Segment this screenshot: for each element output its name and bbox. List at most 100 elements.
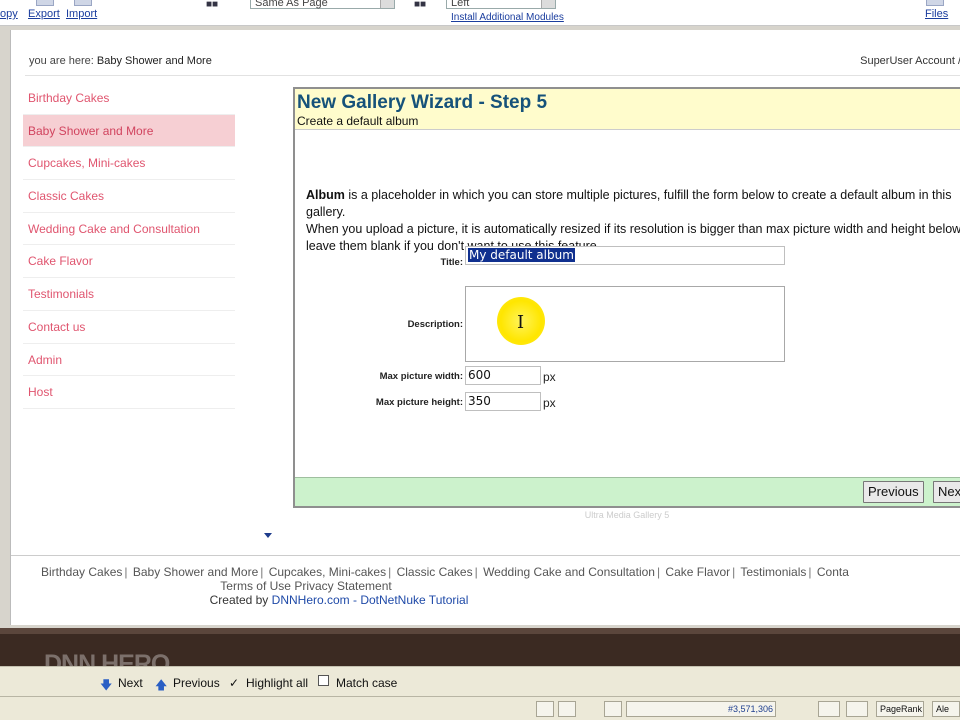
footer-separator: | bbox=[260, 565, 264, 579]
max-height-label: Max picture height: bbox=[375, 397, 463, 408]
status-icon[interactable] bbox=[558, 701, 576, 717]
album-explanation: is a placeholder in which you can store … bbox=[306, 188, 952, 219]
account-link[interactable]: SuperUser Account / bbox=[860, 55, 960, 67]
album-title-value: My default album bbox=[468, 248, 575, 262]
find-previous-button[interactable]: Previous bbox=[173, 676, 220, 690]
max-width-label: Max picture width: bbox=[379, 371, 463, 382]
files-link[interactable]: Files bbox=[925, 8, 948, 20]
frame-strip bbox=[0, 628, 960, 634]
footer-link[interactable]: Conta bbox=[817, 565, 849, 579]
files-icon[interactable] bbox=[926, 0, 944, 6]
breadcrumb-current[interactable]: Baby Shower and More bbox=[97, 55, 212, 67]
footer-link[interactable]: Birthday Cakes bbox=[41, 565, 122, 579]
arrow-down-icon: 🡇 bbox=[100, 678, 113, 692]
match-case-label: Match case bbox=[336, 676, 398, 690]
find-bar: 🡇 Next 🡅 Previous ✓ Highlight all Match … bbox=[0, 666, 960, 696]
export-icon[interactable] bbox=[36, 0, 54, 6]
album-term: Album bbox=[306, 188, 345, 202]
next-button[interactable]: Nex bbox=[933, 481, 960, 503]
text-cursor-icon: I bbox=[517, 312, 525, 333]
previous-button[interactable]: Previous bbox=[863, 481, 924, 503]
scroll-down-icon[interactable] bbox=[264, 533, 272, 538]
page-select-value: Same As Page bbox=[255, 0, 328, 9]
max-height-unit: px bbox=[543, 396, 556, 410]
status-bar: #3,571,306 PageRank Ale bbox=[0, 696, 960, 720]
page-visibility-select[interactable]: Same As Page bbox=[250, 0, 395, 9]
breadcrumb: you are here: Baby Shower and More Super… bbox=[25, 46, 960, 76]
breadcrumb-path: you are here: Baby Shower and More bbox=[29, 55, 212, 67]
alexa-rank-bar[interactable]: #3,571,306 bbox=[626, 701, 776, 717]
site-footer: Birthday Cakes | Baby Shower and More | Cu… bbox=[11, 555, 960, 625]
nav-item-cake-flavor[interactable]: Cake Flavor bbox=[23, 245, 235, 279]
copy-link[interactable]: opy bbox=[0, 8, 18, 20]
footer-separator: | bbox=[474, 565, 478, 579]
footer-credit: Created by DNNHero.com - DotNetNuke Tuto… bbox=[11, 593, 667, 607]
footer-separator: | bbox=[808, 565, 812, 579]
max-width-input[interactable]: 600 bbox=[465, 366, 541, 385]
find-next-button[interactable]: Next bbox=[118, 676, 143, 690]
nav-item-admin[interactable]: Admin bbox=[23, 344, 235, 377]
privacy-link[interactable]: Privacy Statement bbox=[294, 579, 391, 593]
footer-separator: | bbox=[388, 565, 392, 579]
left-nav: Birthday Cakes Baby Shower and More Cupc… bbox=[23, 82, 235, 409]
pane-select-value: Left bbox=[451, 0, 470, 9]
breadcrumb-prefix: you are here: bbox=[29, 55, 94, 67]
footer-link[interactable]: Testimonials bbox=[740, 565, 806, 579]
visibility-label-icon: ■■ bbox=[206, 0, 219, 10]
wizard-subtitle: Create a default album bbox=[297, 114, 419, 128]
footer-link[interactable]: Cake Flavor bbox=[665, 565, 730, 579]
footer-link[interactable]: Wedding Cake and Consultation bbox=[483, 565, 655, 579]
footer-link[interactable]: Cupcakes, Mini-cakes bbox=[269, 565, 386, 579]
import-link[interactable]: Import bbox=[66, 8, 97, 20]
nav-item-contact-us[interactable]: Contact us bbox=[23, 311, 235, 344]
control-panel-bar: opy Export Import ■■ Same As Page ■■ Lef… bbox=[0, 0, 960, 26]
nav-item-wedding-cake[interactable]: Wedding Cake and Consultation bbox=[23, 213, 235, 246]
footer-links: Birthday Cakes | Baby Shower and More | Cu… bbox=[41, 565, 849, 579]
chevron-down-icon bbox=[541, 0, 555, 8]
status-icon[interactable] bbox=[818, 701, 840, 717]
created-by-text: Created by bbox=[209, 593, 269, 607]
title-label: Title: bbox=[440, 257, 463, 268]
status-icon[interactable] bbox=[536, 701, 554, 717]
wizard-description: Album is a placeholder in which you can … bbox=[306, 187, 960, 255]
arrow-up-icon: 🡅 bbox=[155, 678, 168, 692]
wizard-footer: Previous Nex bbox=[295, 477, 960, 506]
wizard-title: New Gallery Wizard - Step 5 bbox=[297, 92, 548, 113]
match-case-checkbox[interactable] bbox=[318, 675, 329, 686]
nav-item-baby-shower[interactable]: Baby Shower and More bbox=[23, 114, 235, 148]
page-info-icon[interactable] bbox=[604, 701, 622, 717]
module-credit: Ultra Media Gallery 5 bbox=[584, 510, 670, 520]
alexa-button[interactable]: Ale bbox=[932, 701, 960, 717]
wizard-body: Album is a placeholder in which you can … bbox=[295, 130, 960, 476]
nav-item-birthday-cakes[interactable]: Birthday Cakes bbox=[23, 82, 235, 115]
nav-item-testimonials[interactable]: Testimonials bbox=[23, 278, 235, 311]
pane-label-icon: ■■ bbox=[414, 0, 427, 10]
footer-separator: | bbox=[732, 565, 736, 579]
pane-select[interactable]: Left bbox=[446, 0, 556, 9]
highlighter-icon: ✓ bbox=[229, 676, 240, 690]
status-icon[interactable] bbox=[846, 701, 868, 717]
footer-link[interactable]: Baby Shower and More bbox=[133, 565, 258, 579]
nav-item-classic-cakes[interactable]: Classic Cakes bbox=[23, 180, 235, 213]
nav-item-cupcakes[interactable]: Cupcakes, Mini-cakes bbox=[23, 147, 235, 181]
pagerank-indicator[interactable]: PageRank bbox=[876, 701, 924, 717]
terms-link[interactable]: Terms of Use bbox=[220, 579, 291, 593]
max-width-unit: px bbox=[543, 370, 556, 384]
footer-link[interactable]: Classic Cakes bbox=[397, 565, 473, 579]
wizard-header: New Gallery Wizard - Step 5 Create a def… bbox=[295, 89, 960, 130]
footer-separator: | bbox=[124, 565, 128, 579]
import-icon[interactable] bbox=[74, 0, 92, 6]
nav-item-host[interactable]: Host bbox=[23, 376, 235, 409]
alexa-rank-value: #3,571,306 bbox=[727, 704, 773, 714]
export-link[interactable]: Export bbox=[28, 8, 60, 20]
footer-terms: Terms of Use Privacy Statement bbox=[11, 579, 601, 593]
footer-separator: | bbox=[656, 565, 661, 579]
chevron-down-icon bbox=[380, 0, 394, 8]
highlight-all-button[interactable]: Highlight all bbox=[246, 676, 308, 690]
max-height-input[interactable]: 350 bbox=[465, 392, 541, 411]
page-content: you are here: Baby Shower and More Super… bbox=[10, 30, 960, 625]
install-modules-link[interactable]: Install Additional Modules bbox=[451, 12, 564, 23]
dnnhero-link[interactable]: DNNHero.com - DotNetNuke Tutorial bbox=[272, 593, 469, 607]
description-label: Description: bbox=[407, 319, 463, 330]
album-title-input[interactable]: My default album bbox=[465, 246, 785, 265]
